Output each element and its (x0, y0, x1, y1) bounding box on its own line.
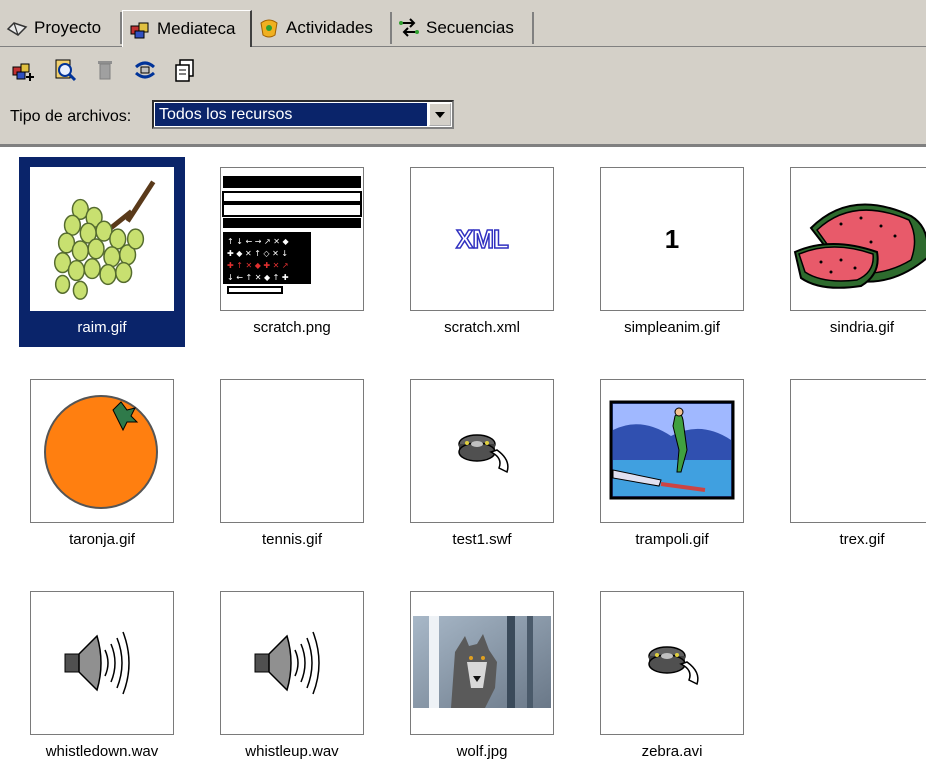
media-grid: raim.gif ↑ ↓ ← → ↗ ✕ ◆ ✚ ◆ ✕ ↑ ◇ ✕ ↓ ✚ ↑… (0, 147, 926, 760)
media-item-trex[interactable]: trex.gif (779, 369, 926, 559)
media-item-tennis[interactable]: tennis.gif (209, 369, 375, 559)
film-reel-icon (458, 434, 509, 474)
media-item-test1[interactable]: test1.swf (399, 369, 565, 559)
svg-text:✚ ↑ ✕ ◆ ✚ ✕ ↗: ✚ ↑ ✕ ◆ ✚ ✕ ↗ (227, 261, 289, 270)
speaker-icon (254, 631, 320, 695)
svg-text:↓ ← ↑ ✕ ◆ ↑ ✚: ↓ ← ↑ ✕ ◆ ↑ ✚ (227, 273, 289, 282)
sequences-icon (398, 17, 420, 39)
add-media-icon[interactable] (10, 57, 36, 83)
tab-actividades[interactable]: Actividades (252, 12, 392, 44)
film-reel-icon (648, 646, 699, 686)
media-thumbnail (30, 167, 174, 311)
media-item-whistleup[interactable]: whistleup.wav (209, 581, 375, 771)
media-filename: trampoli.gif (635, 531, 709, 548)
tab-proyecto[interactable]: Proyecto (0, 12, 122, 44)
media-item-taronja[interactable]: taronja.gif (19, 369, 185, 559)
media-thumbnail (30, 591, 174, 735)
media-item-zebra[interactable]: zebra.avi (589, 581, 755, 771)
chevron-down-icon[interactable] (429, 103, 451, 126)
diver-image (609, 400, 735, 500)
media-filename: wolf.jpg (456, 743, 508, 760)
media-filename: simpleanim.gif (624, 319, 720, 336)
svg-text:↑ ↓ ← → ↗ ✕ ◆: ↑ ↓ ← → ↗ ✕ ◆ (227, 237, 289, 246)
mediateca-icon (129, 18, 151, 40)
media-item-whistledown[interactable]: whistledown.wav (19, 581, 185, 771)
media-thumbnail (790, 379, 926, 523)
tab-label: Mediateca (157, 19, 236, 38)
media-filename: sindria.gif (829, 319, 895, 336)
grapes-image (53, 180, 156, 300)
scratch-image: ↑ ↓ ← → ↗ ✕ ◆ ✚ ◆ ✕ ↑ ◇ ✕ ↓ ✚ ↑ ✕ ◆ ✚ ✕ … (222, 176, 362, 294)
media-item-trampoli[interactable]: trampoli.gif (589, 369, 755, 559)
media-filename: taronja.gif (69, 531, 135, 548)
file-type-selected-value: Todos los recursos (155, 103, 427, 126)
media-thumbnail (220, 379, 364, 523)
activities-icon (258, 17, 280, 39)
watermelon-image (793, 203, 926, 289)
xml-file-icon: XML (455, 223, 509, 255)
media-filename: raim.gif (77, 319, 127, 336)
media-thumbnail (30, 379, 174, 523)
media-item-simpleanim[interactable]: 1 simpleanim.gif (589, 157, 755, 347)
media-thumbnail (410, 591, 554, 735)
tab-label: Proyecto (34, 18, 102, 37)
media-filename: zebra.avi (641, 743, 703, 760)
media-thumbnail (790, 167, 926, 311)
tab-label: Actividades (286, 18, 373, 37)
media-thumbnail: 1 (600, 167, 744, 311)
media-item-wolf[interactable]: wolf.jpg (399, 581, 565, 771)
tab-label: Secuencias (426, 18, 514, 37)
copy-icon[interactable] (172, 57, 198, 83)
media-thumbnail (600, 591, 744, 735)
file-type-select[interactable]: Todos los recursos (152, 100, 454, 129)
tab-mediateca[interactable]: Mediateca (122, 10, 252, 47)
media-filename: scratch.png (253, 319, 331, 336)
file-type-label: Tipo de archivos: (10, 108, 132, 125)
media-filename: test1.swf (452, 531, 512, 548)
orange-image (44, 395, 158, 509)
media-filename: scratch.xml (444, 319, 520, 336)
project-icon (6, 17, 28, 39)
media-item-raim[interactable]: raim.gif (19, 157, 185, 347)
media-thumbnail (600, 379, 744, 523)
svg-text:✚ ◆ ✕ ↑ ◇ ✕ ↓: ✚ ◆ ✕ ↑ ◇ ✕ ↓ (227, 249, 288, 258)
media-filename: whistleup.wav (245, 743, 339, 760)
media-thumbnail: ↑ ↓ ← → ↗ ✕ ◆ ✚ ◆ ✕ ↑ ◇ ✕ ↓ ✚ ↑ ✕ ◆ ✚ ✕ … (220, 167, 364, 311)
media-filename: trex.gif (839, 531, 885, 548)
toolbar: Tipo de archivos: Todos los recursos (0, 47, 926, 147)
media-filename: tennis.gif (261, 531, 323, 548)
preview-icon[interactable] (52, 57, 78, 83)
tab-bar: Proyecto Mediateca Actividades Secuencia… (0, 0, 926, 47)
media-item-scratch-png[interactable]: ↑ ↓ ← → ↗ ✕ ◆ ✚ ◆ ✕ ↑ ◇ ✕ ↓ ✚ ↑ ✕ ◆ ✚ ✕ … (209, 157, 375, 347)
media-filename: whistledown.wav (45, 743, 159, 760)
media-thumbnail (220, 591, 364, 735)
media-thumbnail: XML (410, 167, 554, 311)
refresh-icon[interactable] (132, 57, 158, 83)
tab-secuencias[interactable]: Secuencias (392, 12, 534, 44)
delete-icon[interactable] (92, 57, 118, 83)
media-thumbnail (410, 379, 554, 523)
wolf-photo (413, 616, 551, 708)
media-item-scratch-xml[interactable]: XML scratch.xml (399, 157, 565, 347)
media-item-sindria[interactable]: sindria.gif (779, 157, 926, 347)
number-one-image: 1 (664, 223, 680, 254)
speaker-icon (64, 631, 130, 695)
